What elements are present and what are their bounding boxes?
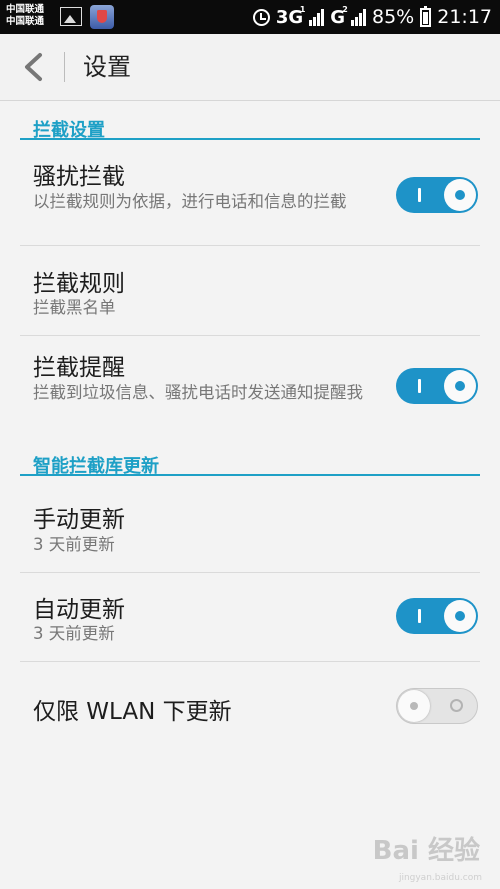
settings-item-auto-update[interactable]: 自动更新 3 天前更新 [0, 573, 500, 661]
section-underline [20, 138, 480, 140]
status-indicators: 3G 1 G2 85% 21:17 [252, 4, 492, 30]
header-divider [64, 52, 65, 82]
watermark-logo: Bai 经验 [372, 836, 480, 866]
status-bar: 中国联通 中国联通 3G 1 G2 85% 21:17 [0, 0, 500, 34]
settings-item-wlan-only-update[interactable]: 仅限 WLAN 下更新 [0, 662, 500, 752]
wlan-only-toggle[interactable] [396, 688, 478, 724]
security-app-icon [90, 5, 114, 29]
network-2-sim: 2 [342, 4, 348, 14]
settings-item-intercept-reminder[interactable]: 拦截提醒 拦截到垃圾信息、骚扰电话时发送通知提醒我 [0, 336, 500, 436]
item-title: 拦截提醒 [33, 355, 125, 381]
item-title: 手动更新 [33, 507, 125, 533]
image-notification-icon [60, 7, 82, 26]
section-underline [20, 474, 480, 476]
back-arrow-icon[interactable] [20, 52, 48, 82]
section-header-intercept-settings: 拦截设置 [0, 112, 500, 141]
battery-percent: 85% [372, 6, 415, 28]
auto-update-toggle[interactable] [396, 598, 478, 634]
watermark-url: jingyan.baidu.com [398, 873, 482, 883]
battery-icon [420, 5, 432, 27]
network-1-indicator: 3G 1 [276, 4, 306, 28]
harassment-intercept-toggle[interactable] [396, 177, 478, 213]
page-title: 设置 [83, 53, 131, 81]
intercept-reminder-toggle[interactable] [396, 368, 478, 404]
network-2-indicator: G2 [330, 4, 348, 28]
item-title: 拦截规则 [33, 271, 125, 297]
network-1-sim: 1 [299, 4, 306, 14]
item-subtitle: 拦截到垃圾信息、骚扰电话时发送通知提醒我 [33, 383, 363, 402]
clock: 21:17 [437, 6, 492, 28]
settings-item-manual-update[interactable]: 手动更新 3 天前更新 [0, 483, 500, 572]
item-title: 自动更新 [33, 597, 125, 623]
settings-item-harassment-intercept[interactable]: 骚扰拦截 以拦截规则为依据，进行电话和信息的拦截 [0, 145, 500, 245]
item-subtitle: 3 天前更新 [33, 535, 115, 554]
app-header: 设置 [0, 34, 500, 101]
settings-item-intercept-rules[interactable]: 拦截规则 拦截黑名单 [0, 246, 500, 335]
carrier-names: 中国联通 中国联通 [6, 4, 44, 28]
item-subtitle: 3 天前更新 [33, 624, 115, 643]
carrier-2: 中国联通 [6, 16, 45, 27]
alarm-icon [252, 8, 270, 26]
carrier-1: 中国联通 [6, 4, 45, 15]
item-title: 骚扰拦截 [33, 164, 125, 190]
signal-2-icon [351, 8, 366, 26]
item-subtitle: 以拦截规则为依据，进行电话和信息的拦截 [33, 192, 347, 211]
section-header-smart-library-update: 智能拦截库更新 [0, 448, 500, 477]
item-title: 仅限 WLAN 下更新 [33, 699, 232, 725]
signal-1-icon [309, 8, 325, 26]
item-subtitle: 拦截黑名单 [33, 298, 116, 317]
